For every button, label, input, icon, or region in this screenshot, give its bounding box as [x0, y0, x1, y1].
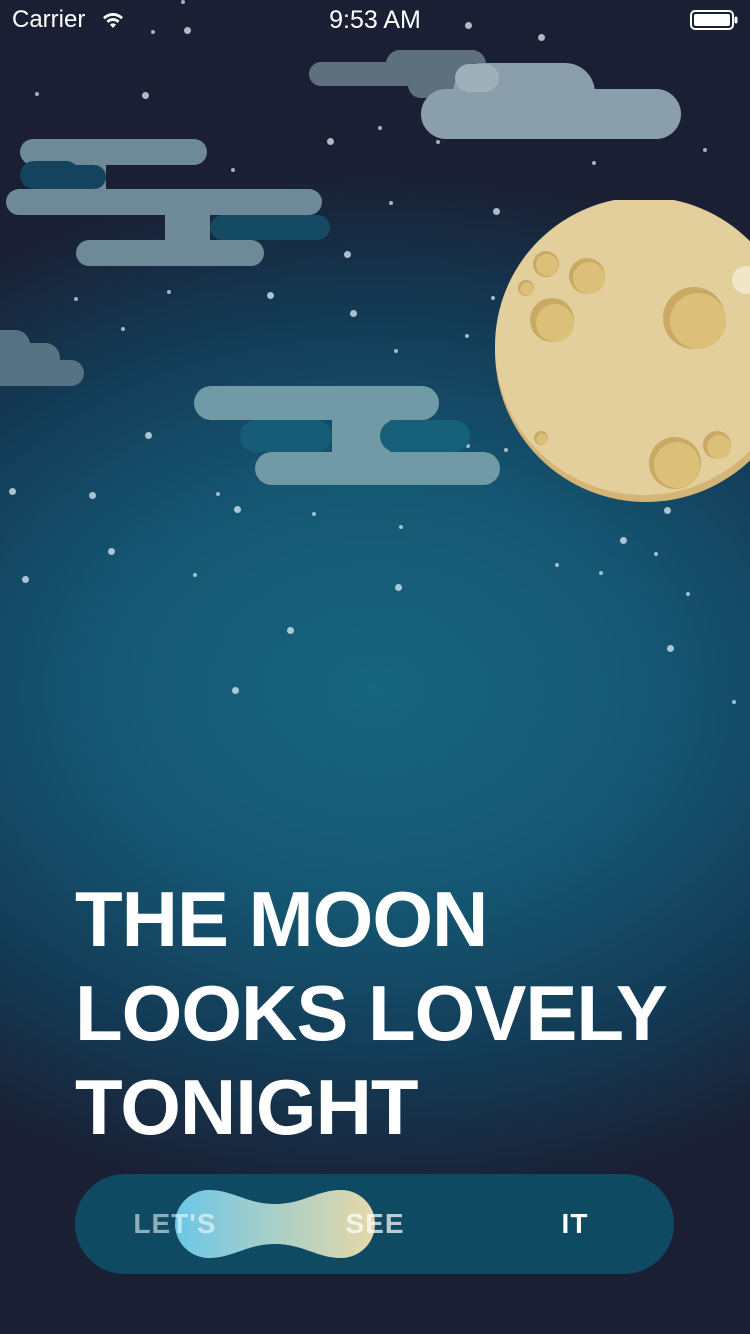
app-screen: Carrier 9:53 AM THE MOON LOOKS LOVELY TO… [0, 0, 750, 1334]
star-dot [394, 349, 398, 353]
star-dot [667, 645, 674, 652]
star-dot [89, 492, 96, 499]
star-dot [232, 687, 239, 694]
status-time: 9:53 AM [329, 6, 421, 34]
star-dot [395, 584, 402, 591]
star-dot [436, 140, 440, 144]
star-dot [167, 290, 171, 294]
segment-see[interactable]: SEE [295, 1174, 455, 1274]
star-dot [142, 92, 149, 99]
star-dot [664, 507, 671, 514]
star-dot [599, 571, 603, 575]
star-dot [654, 552, 658, 556]
star-dot [234, 506, 241, 513]
star-dot [389, 201, 393, 205]
star-dot [9, 488, 16, 495]
star-dot [620, 537, 627, 544]
star-dot [592, 161, 596, 165]
battery-icon [690, 10, 738, 30]
star-dot [121, 327, 125, 331]
star-dot [312, 512, 316, 516]
star-dot [555, 563, 559, 567]
star-dot [327, 138, 334, 145]
segment-lets[interactable]: LET'S [95, 1174, 255, 1274]
star-dot [287, 627, 294, 634]
segmented-control[interactable]: LET'S SEE IT [75, 1174, 674, 1274]
status-bar: Carrier 9:53 AM [0, 0, 750, 40]
star-dot [74, 297, 78, 301]
star-dot [108, 548, 115, 555]
star-dot [703, 148, 707, 152]
star-dot [399, 525, 403, 529]
star-dot [145, 432, 152, 439]
headline-line-1: THE MOON [75, 875, 488, 963]
star-dot [350, 310, 357, 317]
star-dot [267, 292, 274, 299]
night-sky-scene [0, 0, 750, 760]
star-dot [344, 251, 351, 258]
headline-line-3: TONIGHT [75, 1063, 419, 1151]
star-dot [231, 168, 235, 172]
star-dot [22, 576, 29, 583]
star-dot [465, 334, 469, 338]
moon-icon [495, 200, 750, 502]
headline: THE MOON LOOKS LOVELY TONIGHT [75, 872, 715, 1154]
star-dot [732, 700, 736, 704]
star-dot [686, 592, 690, 596]
headline-line-2: LOOKS LOVELY [75, 969, 668, 1057]
star-dot [378, 126, 382, 130]
star-dot [35, 92, 39, 96]
star-dot [216, 492, 220, 496]
segment-it[interactable]: IT [495, 1174, 655, 1274]
star-dot [193, 573, 197, 577]
